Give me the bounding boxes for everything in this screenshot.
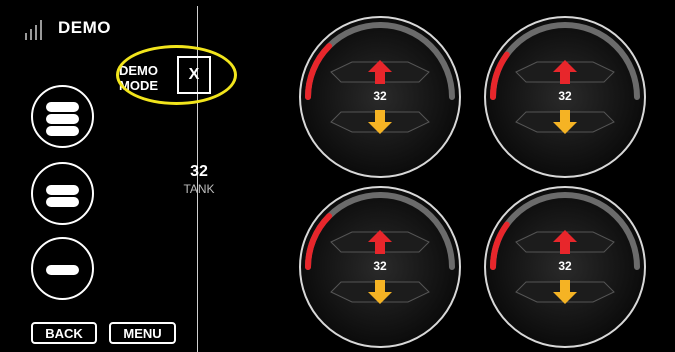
highlight-annotation-ring <box>116 45 237 105</box>
level-mid-button[interactable] <box>31 162 94 225</box>
tank-label: TANK <box>183 182 215 196</box>
tank-value: 32 <box>190 163 208 180</box>
level-low-button[interactable] <box>31 237 94 300</box>
gauge-value: 32 <box>373 89 387 103</box>
gauge-value: 32 <box>558 259 572 273</box>
level-high-button[interactable] <box>31 85 94 148</box>
gauge-rear-right[interactable]: 32 <box>482 184 648 350</box>
app-title: DEMO <box>58 18 111 37</box>
gauge-value: 32 <box>373 259 387 273</box>
menu-button[interactable]: MENU <box>109 322 176 344</box>
gauge-front-left[interactable]: 32 <box>297 14 463 180</box>
gauge-rear-left[interactable]: 32 <box>297 184 463 350</box>
screen: DEMO DEMO MODE X 32 TANK BACK MENU 32 32… <box>5 6 670 352</box>
gauge-value: 32 <box>558 89 572 103</box>
back-button[interactable]: BACK <box>31 322 97 344</box>
header: DEMO <box>5 6 197 40</box>
signal-bars-icon <box>25 20 45 40</box>
gauge-front-right[interactable]: 32 <box>482 14 648 180</box>
